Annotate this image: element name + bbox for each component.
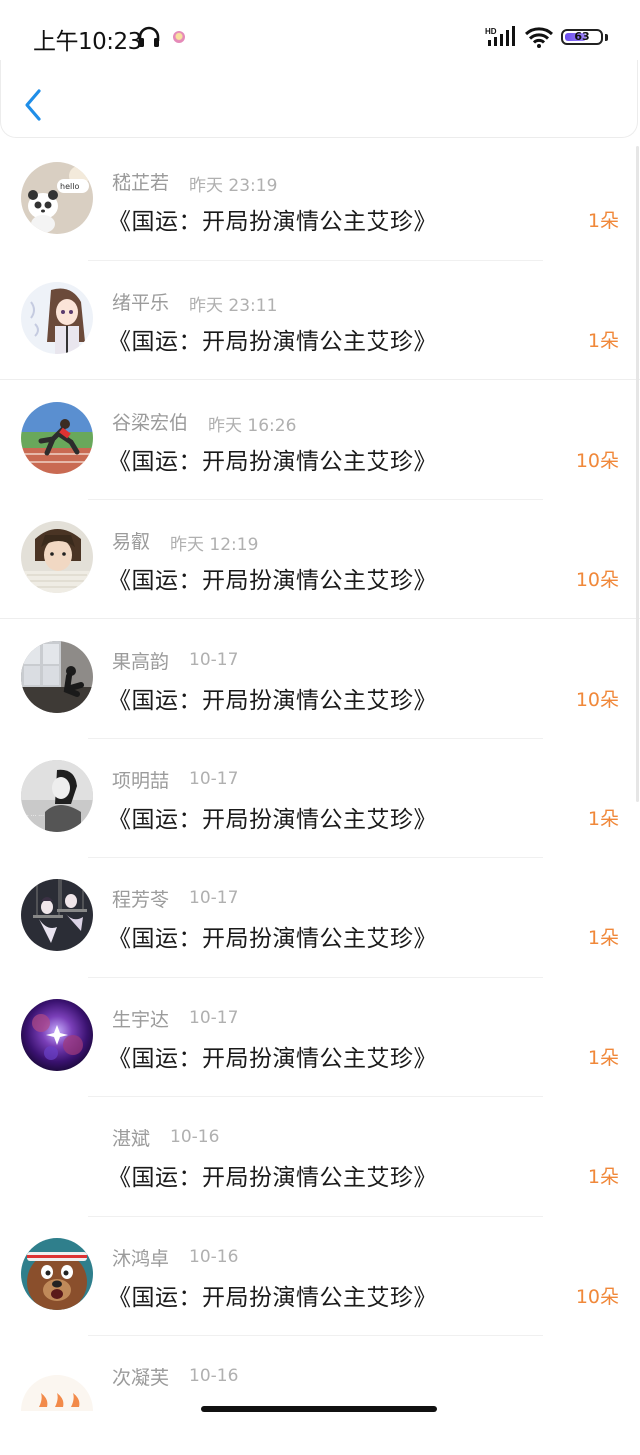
gift-amount: 1朵: [587, 807, 619, 830]
gift-time: 10-16: [189, 1366, 239, 1386]
book-title[interactable]: 《国运：开局扮演情公主艾珍》: [108, 1158, 437, 1192]
scrollbar[interactable]: [636, 146, 639, 802]
gift-row[interactable]: 湛斌 10-16 《国运：开局扮演情公主艾珍》 1朵: [0, 1096, 640, 1216]
status-time: 上午10:23: [33, 29, 142, 55]
gift-amount: 1朵: [587, 1046, 619, 1069]
user-name[interactable]: 项明喆: [112, 766, 169, 793]
gift-time: 10-17: [189, 650, 239, 670]
user-name[interactable]: 生宇达: [112, 1005, 169, 1032]
avatar[interactable]: hello: [21, 162, 93, 234]
gift-amount: 10朵: [575, 1285, 619, 1308]
gift-amount: 10朵: [575, 450, 619, 472]
book-title[interactable]: 《国运：开局扮演情公主艾珍》: [108, 442, 437, 476]
avatar[interactable]: [21, 281, 93, 354]
headphone-icon: [138, 26, 160, 47]
book-title[interactable]: 《国运：开局扮演情公主艾珍》: [108, 1278, 437, 1312]
wifi-icon: [525, 27, 553, 48]
gift-time: 昨天 16:26: [208, 416, 297, 436]
book-title[interactable]: 《国运：开局扮演情公主艾珍》: [108, 322, 437, 356]
avatar[interactable]: [21, 1237, 93, 1310]
gift-amount: 1朵: [587, 927, 619, 949]
book-title[interactable]: 《国运：开局扮演情公主艾珍》: [108, 800, 437, 834]
gift-time: 昨天 12:19: [170, 534, 259, 555]
avatar[interactable]: ··· ··· ···: [21, 759, 93, 832]
avatar[interactable]: [21, 1375, 93, 1411]
gift-row[interactable]: hello 嵇芷若 昨天 23:19 《国运：开局扮演情公主艾珍》 1朵: [0, 140, 640, 260]
gift-time: 10-16: [189, 1246, 239, 1267]
battery-level: 63: [574, 30, 590, 43]
avatar[interactable]: [21, 641, 93, 713]
book-title[interactable]: 《国运：开局扮演情公主艾珍》: [108, 681, 437, 715]
book-title[interactable]: 《国运：开局扮演情公主艾珍》: [108, 561, 437, 595]
battery-cap: [605, 33, 608, 41]
user-name[interactable]: 次凝芙: [112, 1363, 169, 1390]
home-indicator[interactable]: [201, 1406, 437, 1412]
user-name[interactable]: 绪平乐: [112, 288, 169, 315]
avatar[interactable]: [21, 402, 93, 474]
book-title[interactable]: 《国运：开局扮演情公主艾珍》: [108, 202, 437, 236]
avatar[interactable]: [21, 520, 93, 593]
gift-amount: 1朵: [587, 329, 619, 352]
user-name[interactable]: 易叡: [112, 527, 150, 554]
book-title[interactable]: 《国运：开局扮演情公主艾珍》: [108, 919, 437, 953]
nav-bar: [0, 60, 638, 138]
user-name[interactable]: 湛斌: [112, 1124, 150, 1151]
gift-amount: 1朵: [587, 1166, 619, 1188]
gift-amount: 10朵: [575, 568, 619, 591]
signal-icon: HD: [485, 26, 515, 46]
book-title[interactable]: 《国运：开局扮演情公主艾珍》: [108, 1039, 437, 1073]
gift-row[interactable]: ··· ··· ··· 项明喆 10-17 《国运：开局扮演情公主艾珍》 1朵: [0, 737, 640, 858]
gift-row[interactable]: 果高韵 10-17 《国运：开局扮演情公主艾珍》 10朵: [0, 618, 640, 738]
svg-text:HD: HD: [485, 27, 497, 36]
gift-amount: 1朵: [587, 210, 619, 232]
chevron-left-icon[interactable]: [23, 88, 43, 122]
gift-row[interactable]: 绪平乐 昨天 23:11 《国运：开局扮演情公主艾珍》 1朵: [0, 259, 640, 380]
notification-app-icon: [173, 31, 185, 43]
svg-text:hello: hello: [60, 182, 79, 191]
user-name[interactable]: 程芳苓: [112, 885, 169, 912]
gift-time: 10-17: [189, 768, 239, 789]
user-name[interactable]: 果高韵: [112, 647, 169, 674]
gift-amount: 10朵: [575, 689, 619, 711]
gift-time: 10-17: [189, 1007, 239, 1028]
gift-row[interactable]: 谷梁宏伯 昨天 16:26 《国运：开局扮演情公主艾珍》 10朵: [0, 379, 640, 499]
gift-row[interactable]: 生宇达 10-17 《国运：开局扮演情公主艾珍》 1朵: [0, 976, 640, 1097]
status-indicators: HD 63: [485, 24, 608, 50]
gift-row[interactable]: 沐鸿卓 10-16 《国运：开局扮演情公主艾珍》 10朵: [0, 1215, 640, 1336]
gift-list: hello 嵇芷若 昨天 23:19 《国运：开局扮演情公主艾珍》 1朵 绪平乐 昨天 23…: [0, 140, 640, 1455]
user-name[interactable]: 沐鸿卓: [112, 1244, 169, 1271]
gift-time: 昨天 23:11: [189, 295, 278, 316]
gift-row[interactable]: 次凝芙 10-16: [0, 1335, 640, 1455]
gift-row[interactable]: 易叡 昨天 12:19 《国运：开局扮演情公主艾珍》 10朵: [0, 498, 640, 619]
gift-time: 昨天 23:19: [189, 176, 278, 196]
avatar[interactable]: [21, 879, 93, 951]
avatar[interactable]: [21, 998, 93, 1071]
user-name[interactable]: 谷梁宏伯: [112, 408, 188, 435]
battery-icon: 63: [561, 29, 603, 45]
svg-text:··· ··· ···: ··· ··· ···: [23, 813, 44, 820]
gift-row[interactable]: 程芳苓 10-17 《国运：开局扮演情公主艾珍》 1朵: [0, 857, 640, 977]
user-name[interactable]: 嵇芷若: [112, 168, 169, 195]
gift-time: 10-16: [170, 1127, 220, 1147]
gift-time: 10-17: [189, 888, 239, 908]
avatar[interactable]: [21, 1118, 93, 1190]
